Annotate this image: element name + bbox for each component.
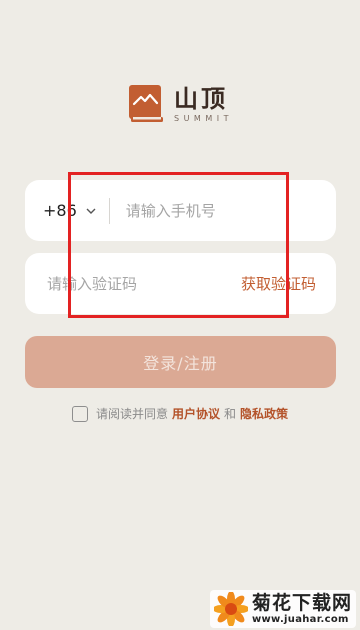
app-name: 山顶 <box>174 83 228 113</box>
flower-icon <box>212 591 249 627</box>
watermark-name: 菊花下载网 <box>251 592 352 614</box>
phone-field: +86 <box>25 180 336 241</box>
app-subtitle: SUMMIT <box>174 113 233 123</box>
terms-link[interactable]: 用户协议 <box>172 405 220 422</box>
country-code-selector[interactable]: +86 <box>25 180 97 241</box>
verification-code-input[interactable] <box>47 253 241 314</box>
login-register-button[interactable]: 登录/注册 <box>25 336 336 388</box>
agreement-checkbox[interactable] <box>72 405 88 422</box>
mountain-book-icon <box>128 84 164 124</box>
country-code: +86 <box>43 201 77 220</box>
agreement-prefix: 请阅读并同意 <box>96 407 169 421</box>
agreement-and: 和 <box>224 407 237 421</box>
field-divider <box>108 197 110 224</box>
agreement-row: 请阅读并同意 用户协议 和 隐私政策 <box>72 405 292 422</box>
privacy-link[interactable]: 隐私政策 <box>240 405 288 422</box>
watermark: 菊花下载网 www.juahar.com <box>209 590 356 628</box>
watermark-url: www.juahar.com <box>251 614 349 625</box>
get-code-button[interactable]: 获取验证码 <box>241 273 336 294</box>
app-logo: 山顶 SUMMIT <box>128 84 233 124</box>
chevron-down-icon <box>85 205 97 217</box>
code-field: 获取验证码 <box>25 253 336 314</box>
phone-input[interactable] <box>125 180 336 241</box>
